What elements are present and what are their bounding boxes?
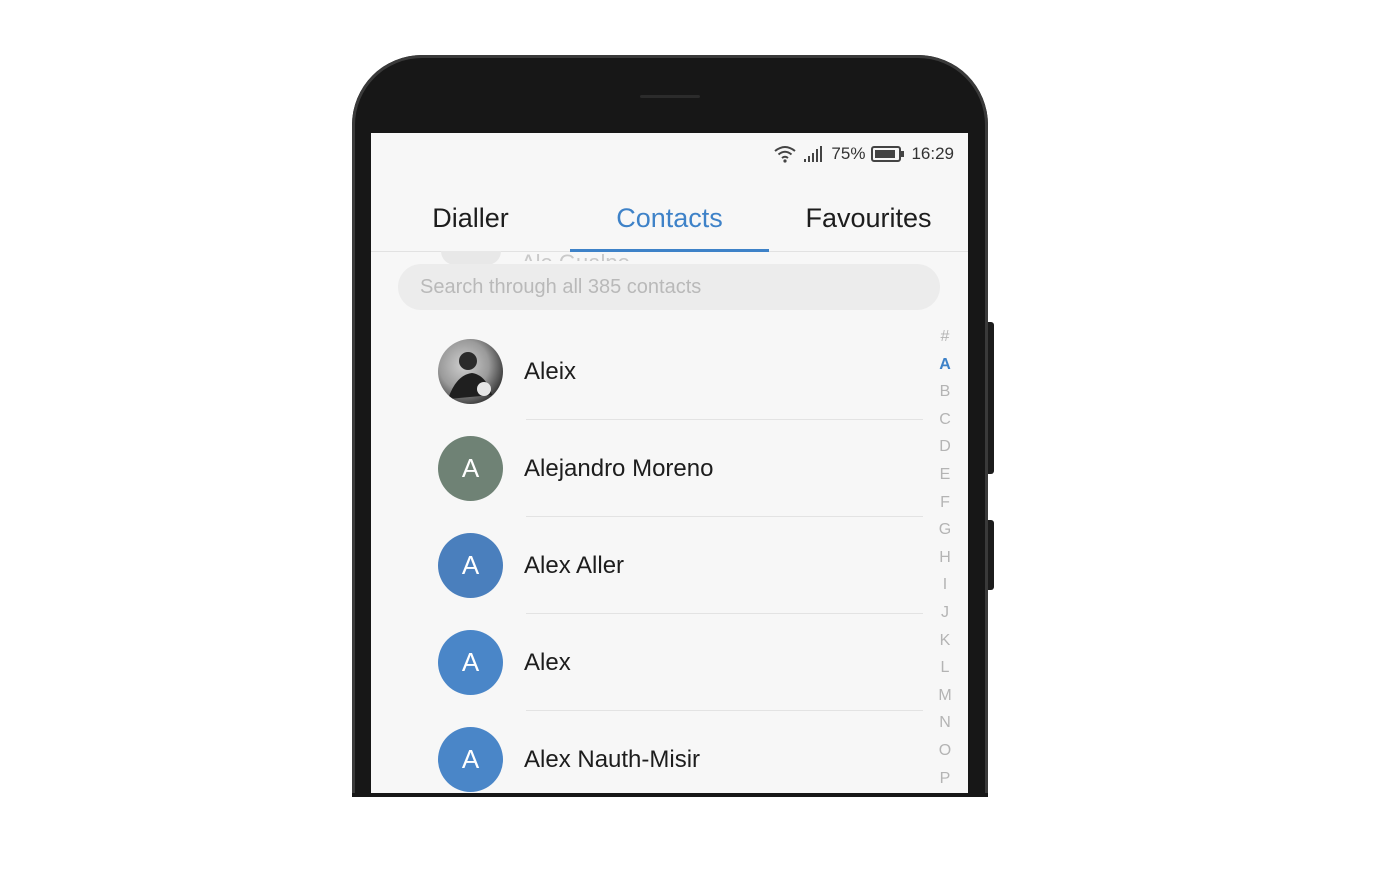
index-letter[interactable]: C [939, 406, 951, 434]
index-letter[interactable]: K [940, 627, 951, 655]
index-letter[interactable]: O [939, 737, 951, 765]
index-letter[interactable]: # [941, 323, 950, 351]
index-letter-current[interactable]: A [939, 351, 951, 379]
contact-name: Alejandro Moreno [524, 454, 714, 482]
index-letter[interactable]: L [941, 654, 950, 682]
index-letter[interactable]: M [938, 682, 951, 710]
index-letter[interactable]: J [941, 599, 949, 627]
contact-row-alex-nauth-misir[interactable]: A Alex Nauth-Misir [371, 711, 931, 797]
index-letter[interactable]: G [939, 516, 951, 544]
tab-contacts[interactable]: Contacts [570, 185, 769, 252]
contact-row-alejandro-moreno[interactable]: A Alejandro Moreno [371, 420, 931, 517]
contact-row-alex-aller[interactable]: A Alex Aller [371, 517, 931, 614]
tab-dialler[interactable]: Dialler [371, 185, 570, 251]
contact-initial-avatar: A [438, 533, 503, 598]
contact-initial-avatar: A [438, 630, 503, 695]
contact-name: Alex [524, 648, 571, 676]
contact-photo-avatar [438, 339, 503, 404]
index-letter[interactable]: D [939, 433, 951, 461]
contact-name: Aleix [524, 357, 577, 385]
index-letter[interactable]: P [940, 765, 951, 793]
contact-row-aleix[interactable]: Aleix [371, 323, 931, 420]
index-letter[interactable]: H [939, 544, 951, 572]
wifi-icon [773, 144, 797, 164]
battery-percent: 75% [831, 144, 866, 163]
battery-icon [871, 146, 905, 162]
index-letter[interactable]: I [943, 571, 947, 599]
index-letter[interactable]: F [940, 489, 950, 517]
status-time: 16:29 [911, 144, 954, 163]
signal-icon [803, 145, 825, 163]
contact-list: Aleix A Alejandro Moreno A Alex Aller A … [371, 323, 931, 797]
alphabet-index[interactable]: # A B C D E F G H I J K L M N O P [931, 323, 959, 792]
contact-initial-avatar: A [438, 727, 503, 792]
contact-row-alex[interactable]: A Alex [371, 614, 931, 711]
index-letter[interactable]: B [940, 378, 951, 406]
tab-favourites[interactable]: Favourites [769, 185, 968, 251]
search-input[interactable] [418, 274, 922, 300]
index-letter[interactable]: N [939, 709, 951, 737]
earpiece [640, 95, 700, 98]
index-letter[interactable]: E [940, 461, 951, 489]
scrolled-contact-name: Ale Gualpo [521, 243, 630, 261]
phone-screen: 75% 16:29 Dialler Contacts Favourites Al… [371, 133, 968, 797]
contact-initial-avatar: A [438, 436, 503, 501]
status-bar: 75% 16:29 [773, 143, 954, 165]
scrolled-contact-avatar [441, 251, 501, 265]
contact-name: Alex Nauth-Misir [524, 745, 701, 773]
search-bar[interactable] [398, 264, 940, 310]
phone-frame: 75% 16:29 Dialler Contacts Favourites Al… [352, 55, 988, 797]
tab-bar: Dialler Contacts Favourites [371, 185, 968, 252]
contact-name: Alex Aller [524, 551, 625, 579]
